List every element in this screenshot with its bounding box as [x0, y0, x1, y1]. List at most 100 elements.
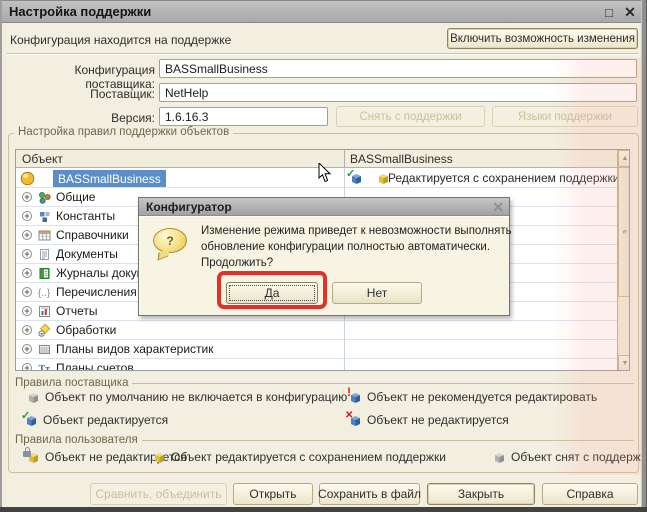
- svg-text:Тт: Тт: [39, 364, 51, 371]
- vendor-config-field[interactable]: BASSmallBusiness: [159, 59, 637, 78]
- user-rules-header: Правила пользователя: [15, 434, 634, 446]
- catalogs-icon: [38, 229, 51, 242]
- no-button[interactable]: Нет: [332, 282, 422, 304]
- charts-of-accounts-icon: Тт: [38, 362, 51, 371]
- tree-item-label: Планы видов характеристик: [56, 342, 213, 356]
- annotation-highlight-rectangle: [217, 271, 327, 309]
- blue-cube-check-icon: ✓: [350, 172, 363, 185]
- expand-icon[interactable]: +: [22, 306, 32, 316]
- window-title: Настройка поддержки: [1, 4, 151, 19]
- tree-item-label: Справочники: [56, 228, 129, 242]
- close-button[interactable]: Закрыть: [427, 483, 535, 505]
- support-cell-text: Редактируется с сохранением поддержки: [388, 171, 620, 185]
- vendor-field[interactable]: NetHelp: [159, 83, 637, 102]
- dialog-titlebar[interactable]: Конфигуратор ✕: [139, 198, 509, 216]
- svg-text:{..}: {..}: [38, 288, 51, 299]
- version-label: Версия:: [8, 111, 155, 125]
- separator-line: [6, 53, 639, 55]
- remove-support-button[interactable]: Снять с поддержки: [336, 106, 485, 127]
- column-divider-header[interactable]: [344, 150, 345, 168]
- tree-item-label: Перечисления: [56, 285, 137, 299]
- table-header[interactable]: Объект BASSmallBusiness: [16, 150, 617, 168]
- enable-change-button[interactable]: Включить возможность изменения: [447, 28, 638, 49]
- question-icon: ?: [153, 228, 187, 253]
- expand-icon[interactable]: +: [22, 211, 32, 221]
- column-header-object[interactable]: Объект: [22, 152, 63, 166]
- window-border-right: [641, 0, 647, 512]
- table-row[interactable]: + Планы видов характеристик: [16, 340, 617, 359]
- legend-label: Объект снят с поддержки: [511, 450, 647, 464]
- document-journals-icon: [38, 267, 51, 280]
- legend-label: Объект редактируется: [43, 413, 168, 427]
- help-button[interactable]: Справка: [542, 483, 638, 505]
- expand-icon[interactable]: +: [22, 363, 32, 371]
- tree-item-label: Общие: [56, 190, 95, 204]
- grey-cube-icon: [493, 451, 506, 464]
- dialog-close-icon[interactable]: ✕: [492, 199, 504, 216]
- dialog-title: Конфигуратор: [139, 200, 232, 214]
- scroll-down-icon[interactable]: ▼: [618, 355, 630, 371]
- legend-item: Объект редактируется с сохранением подде…: [153, 450, 446, 464]
- legend-item: ✕ Объект не редактируется: [349, 413, 509, 427]
- vendor-rules-header: Правила поставщика: [15, 377, 634, 389]
- version-field[interactable]: 1.6.16.3: [159, 107, 328, 126]
- tree-item-label: Планы счетов: [56, 361, 134, 371]
- charts-of-characteristic-types-icon: [38, 343, 51, 356]
- mouse-cursor: [318, 163, 332, 187]
- tree-item-label: Константы: [56, 209, 115, 223]
- grey-cube-icon: [27, 391, 40, 404]
- legend-item: Объект снят с поддержки: [493, 450, 647, 464]
- tree-item-label: Обработки: [56, 323, 116, 337]
- legend-item: Объект по умолчанию не включается в конф…: [27, 390, 347, 404]
- table-row[interactable]: + Тт Планы счетов: [16, 359, 617, 371]
- legend-label: Объект не рекомендуется редактировать: [367, 390, 597, 404]
- window-border-left: [0, 0, 2, 512]
- legend-item: ✓ Объект редактируется: [25, 413, 168, 427]
- expand-icon[interactable]: +: [22, 287, 32, 297]
- blue-cube-check-icon: ✓: [25, 414, 38, 427]
- yellow-cube-icon: [153, 451, 166, 464]
- tree-item-label: Документы: [56, 247, 118, 261]
- close-icon[interactable]: ✕: [621, 3, 639, 21]
- reports-icon: [38, 305, 51, 318]
- legend-label: Объект редактируется с сохранением подде…: [171, 450, 446, 464]
- tree-item-label: Отчеты: [56, 304, 97, 318]
- enumerations-icon: {..}: [38, 286, 51, 299]
- scrollbar-thumb[interactable]: [618, 167, 630, 297]
- expand-icon[interactable]: +: [22, 249, 32, 259]
- constants-icon: [38, 210, 51, 223]
- legend-label: Объект не редактируется: [367, 413, 509, 427]
- scroll-up-icon[interactable]: ▲: [618, 150, 630, 167]
- rules-groupbox-title: Настройка правил поддержки объектов: [14, 126, 233, 138]
- window-border-bottom: [0, 507, 647, 512]
- expand-icon[interactable]: +: [22, 344, 32, 354]
- legend-item: ! Объект не рекомендуется редактировать: [349, 390, 597, 404]
- expand-icon[interactable]: +: [22, 230, 32, 240]
- configuration-root-icon: [20, 171, 35, 186]
- expand-icon[interactable]: +: [22, 325, 32, 335]
- table-row[interactable]: + Обработки: [16, 321, 617, 340]
- support-settings-window: Настройка поддержки □ ✕ Конфигурация нах…: [0, 0, 647, 512]
- yellow-cube-lock-icon: [27, 451, 40, 464]
- expand-icon[interactable]: +: [22, 192, 32, 202]
- window-titlebar[interactable]: Настройка поддержки □ ✕: [1, 1, 646, 23]
- compare-merge-button[interactable]: Сравнить, объединить: [90, 483, 227, 505]
- expand-icon[interactable]: +: [22, 268, 32, 278]
- documents-icon: [38, 248, 51, 261]
- maximize-icon[interactable]: □: [600, 3, 618, 21]
- legend-label: Объект по умолчанию не включается в конф…: [45, 390, 347, 404]
- blue-cube-exclamation-icon: !: [349, 391, 362, 404]
- column-header-support[interactable]: BASSmallBusiness: [350, 152, 453, 166]
- dialog-message: Изменение режима приведет к невозможност…: [201, 223, 512, 271]
- support-languages-button[interactable]: Языки поддержки: [492, 106, 638, 127]
- save-to-file-button[interactable]: Сохранить в файл: [319, 483, 420, 505]
- table-row-root[interactable]: BASSmallBusiness ✓ Редактируется с сохра…: [16, 169, 617, 188]
- blue-cube-cross-icon: ✕: [349, 414, 362, 427]
- common-objects-icon: [38, 191, 51, 204]
- vendor-label: Поставщик:: [8, 87, 155, 101]
- tree-item-label-selected[interactable]: BASSmallBusiness: [53, 170, 166, 187]
- window-border-top: [0, 0, 647, 1]
- open-button[interactable]: Открыть: [233, 483, 313, 505]
- table-scrollbar[interactable]: ▲ ▼: [617, 150, 630, 371]
- support-status-label: Конфигурация находится на поддержке: [10, 33, 231, 47]
